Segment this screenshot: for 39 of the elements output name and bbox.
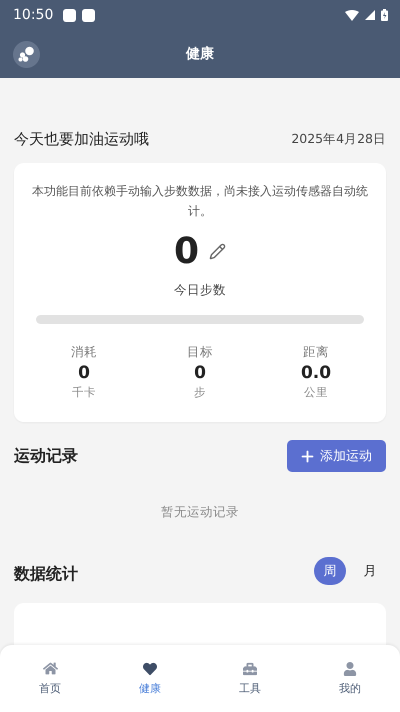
empty-state-text: 暂无运动记录 <box>161 504 239 519</box>
notification-icon <box>63 8 76 22</box>
battery-icon <box>381 9 388 21</box>
nav-tab[interactable]: 首页 <box>0 660 100 697</box>
stat-unit: 公里 <box>304 385 328 400</box>
stat-label: 距离 <box>303 344 329 361</box>
signal-icon <box>365 10 375 20</box>
date-text: 2025年4月28日 <box>291 131 386 148</box>
plus-icon <box>299 448 316 464</box>
notice-text: 本功能目前依赖手动输入步数数据，尚未接入运动传感器自动统计。 <box>31 183 369 220</box>
nav-tab[interactable]: 健康 <box>100 660 200 696</box>
app-bar-title: 健康 <box>186 45 214 63</box>
stat-unit: 千卡 <box>72 385 96 400</box>
person-icon <box>343 662 357 676</box>
step-count: 0 <box>174 231 200 272</box>
steps-label: 今日步数 <box>174 282 226 299</box>
stat-value: 0.0 <box>300 363 332 383</box>
edit-button[interactable] <box>209 243 226 260</box>
notification-icon <box>82 8 96 22</box>
pencil-icon <box>209 243 226 260</box>
stat-value: 0 <box>78 363 90 383</box>
greeting-text: 今天也要加油运动哦 <box>14 130 149 149</box>
wifi-icon <box>345 10 359 20</box>
toolbox-icon <box>243 662 257 676</box>
section-title: 运动记录 <box>14 446 78 466</box>
period-tab[interactable]: 月 <box>354 557 386 585</box>
stat-value: 0 <box>194 363 206 383</box>
section-title: 数据统计 <box>14 564 78 585</box>
bubbles-logo-icon[interactable] <box>13 40 40 68</box>
nav-tab[interactable]: 我的 <box>300 660 400 696</box>
stat-label: 目标 <box>187 344 213 361</box>
stat-label: 消耗 <box>71 344 97 361</box>
period-tab[interactable]: 周 <box>314 557 346 585</box>
add-exercise-button[interactable]: 添加运动 <box>287 440 386 472</box>
heart-icon <box>143 662 157 676</box>
nav-tab[interactable]: 工具 <box>200 660 300 696</box>
home-icon <box>42 661 58 676</box>
stat-unit: 步 <box>194 385 206 400</box>
status-time: 10:50 <box>13 7 54 23</box>
